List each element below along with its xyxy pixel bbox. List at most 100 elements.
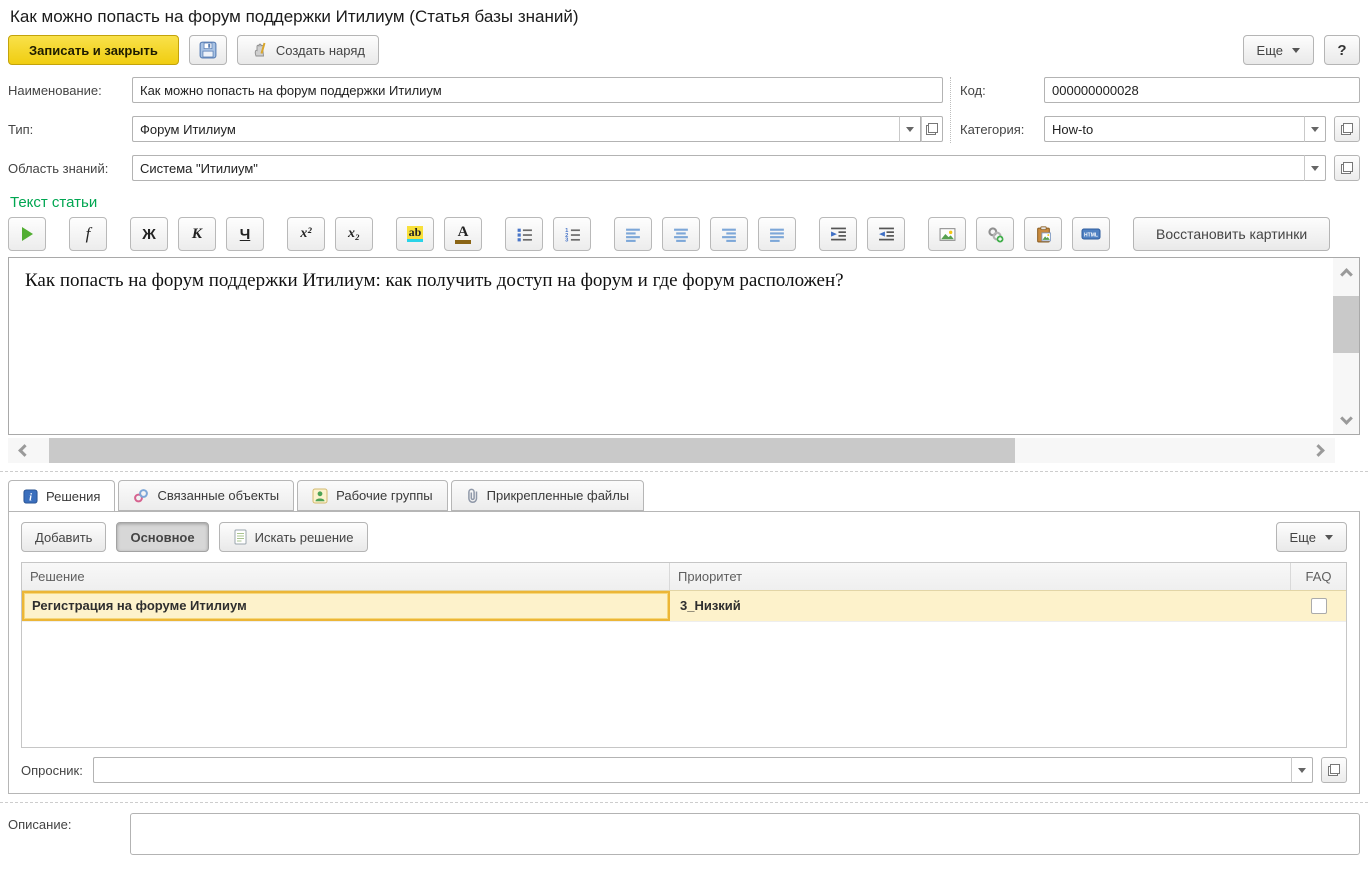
tab-workgroups[interactable]: Рабочие группы	[297, 480, 447, 511]
insert-image-button[interactable]	[928, 217, 966, 251]
main-button[interactable]: Основное	[116, 522, 208, 552]
type-input[interactable]	[132, 116, 899, 142]
column-header-priority[interactable]: Приоритет	[670, 563, 1291, 590]
horizontal-scrollbar[interactable]	[8, 438, 1335, 463]
code-label: Код:	[960, 83, 1044, 98]
underline-button[interactable]: Ч	[226, 217, 264, 251]
scroll-up-button[interactable]	[1333, 258, 1359, 284]
knowledge-area-dropdown-button[interactable]	[1304, 155, 1326, 181]
knowledge-area-combo	[132, 155, 1326, 181]
bullet-list-icon	[516, 226, 533, 243]
chevron-down-icon	[1292, 48, 1300, 53]
highlight-button[interactable]: ab	[396, 217, 434, 251]
command-bar: Записать и закрыть Создать наряд	[8, 35, 1360, 65]
article-text[interactable]: Как попасть на форум поддержки Итилиум: …	[9, 258, 1333, 434]
solutions-panel: Добавить Основное Искать решение Еще	[8, 511, 1360, 794]
chevron-down-icon	[1340, 412, 1353, 425]
questionnaire-input[interactable]	[93, 757, 1291, 783]
preview-button[interactable]	[8, 217, 46, 251]
align-right-icon	[721, 226, 738, 243]
more-button-solutions[interactable]: Еще	[1276, 522, 1347, 552]
bold-icon: Ж	[142, 226, 156, 243]
paste-image-button[interactable]	[1024, 217, 1062, 251]
align-justify-button[interactable]	[758, 217, 796, 251]
type-dropdown-button[interactable]	[899, 116, 921, 142]
questionnaire-combo	[93, 757, 1313, 783]
questionnaire-dropdown-button[interactable]	[1291, 757, 1313, 783]
tab-bar: i Решения Связанные объекты	[8, 480, 1360, 511]
linked-objects-icon	[133, 488, 149, 504]
solution-cell[interactable]: Регистрация на форуме Итилиум	[22, 591, 670, 621]
tab-linked-objects[interactable]: Связанные объекты	[118, 480, 294, 511]
open-item-icon	[1341, 123, 1353, 135]
type-row: Тип: Категория:	[8, 116, 1360, 142]
font-color-button[interactable]: A	[444, 217, 482, 251]
help-button[interactable]: ?	[1324, 35, 1360, 65]
tab-attached-files[interactable]: Прикрепленные файлы	[451, 480, 645, 511]
category-dropdown-button[interactable]	[1304, 116, 1326, 142]
numbered-list-button[interactable]: 123	[553, 217, 591, 251]
html-icon: HTML	[1081, 226, 1101, 242]
section-separator	[0, 471, 1368, 472]
subscript-button[interactable]: x₂	[335, 217, 373, 251]
bullet-list-button[interactable]	[505, 217, 543, 251]
questionnaire-choose-button[interactable]	[1321, 757, 1347, 783]
save-button[interactable]	[189, 35, 227, 65]
more-button-top[interactable]: Еще	[1243, 35, 1314, 65]
scroll-left-button[interactable]	[8, 438, 36, 464]
italic-icon: К	[192, 226, 202, 243]
scroll-right-button[interactable]	[1307, 438, 1335, 464]
faq-checkbox[interactable]	[1311, 598, 1327, 614]
category-label: Категория:	[960, 122, 1044, 137]
column-separator	[950, 77, 951, 143]
workgroup-icon	[312, 488, 328, 504]
create-order-button[interactable]: Создать наряд	[237, 35, 379, 65]
name-input[interactable]	[132, 77, 943, 103]
indent-increase-button[interactable]	[819, 217, 857, 251]
italic-button[interactable]: К	[178, 217, 216, 251]
search-solution-button[interactable]: Искать решение	[219, 522, 368, 552]
add-button[interactable]: Добавить	[21, 522, 106, 552]
formula-button[interactable]: f	[69, 217, 107, 251]
chevron-down-icon	[1311, 127, 1319, 132]
insert-link-button[interactable]	[976, 217, 1014, 251]
horizontal-scroll-thumb[interactable]	[49, 438, 1015, 463]
category-input[interactable]	[1044, 116, 1304, 142]
header-fields: Наименование: Код: Тип: Категория:	[8, 77, 1360, 181]
numbered-list-icon: 123	[564, 226, 581, 243]
type-open-button[interactable]	[921, 116, 943, 142]
knowledge-area-choose-button[interactable]	[1334, 155, 1360, 181]
tab-solutions[interactable]: i Решения	[8, 480, 115, 511]
faq-cell[interactable]	[1291, 591, 1346, 621]
column-header-faq[interactable]: FAQ	[1291, 563, 1346, 590]
article-window: Как можно попасть на форум поддержки Ити…	[0, 7, 1368, 855]
align-center-icon	[673, 226, 690, 243]
align-center-button[interactable]	[662, 217, 700, 251]
priority-cell[interactable]: 3_Низкий	[670, 591, 1291, 621]
bold-button[interactable]: Ж	[130, 217, 168, 251]
table-empty-area	[22, 621, 1346, 747]
category-choose-button[interactable]	[1334, 116, 1360, 142]
article-editor: Как попасть на форум поддержки Итилиум: …	[8, 257, 1360, 435]
info-icon: i	[23, 489, 38, 504]
vertical-scroll-thumb[interactable]	[1333, 296, 1359, 353]
scroll-down-button[interactable]	[1333, 408, 1359, 434]
code-input[interactable]	[1044, 77, 1360, 103]
align-right-button[interactable]	[710, 217, 748, 251]
table-row[interactable]: Регистрация на форуме Итилиум 3_Низкий	[22, 590, 1346, 621]
save-and-close-button[interactable]: Записать и закрыть	[8, 35, 179, 65]
hand-pen-icon	[251, 41, 269, 59]
description-textarea[interactable]	[130, 813, 1360, 855]
questionnaire-row: Опросник:	[21, 757, 1347, 783]
window-title: Как можно попасть на форум поддержки Ити…	[10, 7, 1358, 27]
superscript-button[interactable]: x²	[287, 217, 325, 251]
vertical-scrollbar[interactable]	[1333, 258, 1359, 434]
restore-images-button[interactable]: Восстановить картинки	[1133, 217, 1330, 251]
open-item-icon	[1341, 162, 1353, 174]
align-left-button[interactable]	[614, 217, 652, 251]
indent-decrease-button[interactable]	[867, 217, 905, 251]
knowledge-area-input[interactable]	[132, 155, 1304, 181]
name-label: Наименование:	[8, 83, 132, 98]
column-header-solution[interactable]: Решение	[22, 563, 670, 590]
html-source-button[interactable]: HTML	[1072, 217, 1110, 251]
